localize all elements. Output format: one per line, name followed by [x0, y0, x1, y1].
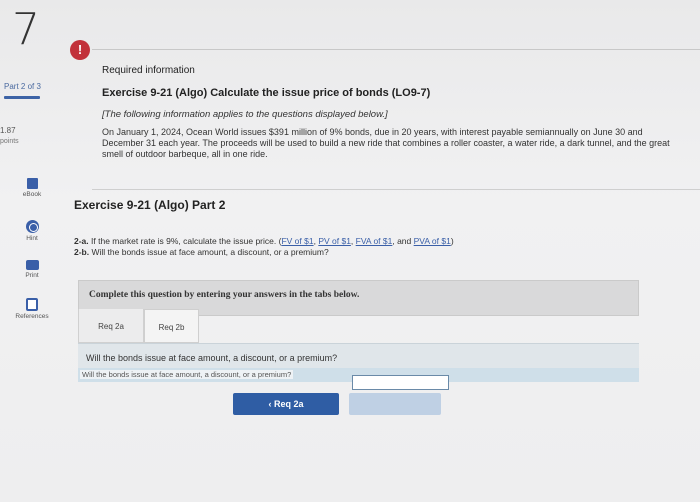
question-2b: 2-b. Will the bonds issue at face amount… — [74, 247, 454, 258]
tab-req-2b[interactable]: Req 2b — [144, 309, 199, 343]
exercise-title: Exercise 9-21 (Algo) Calculate the issue… — [102, 87, 431, 99]
next-req-button[interactable] — [349, 393, 441, 415]
document-icon — [26, 298, 38, 311]
book-icon — [26, 178, 38, 189]
q2b-text: Will the bonds issue at face amount, a d… — [91, 247, 329, 257]
chevron-left-icon: ‹ — [268, 399, 272, 409]
references-label: References — [15, 313, 49, 320]
question-block: 2-a. If the market rate is 9%, calculate… — [74, 236, 454, 258]
q2a-text: If the market rate is 9%, calculate the … — [91, 236, 277, 246]
references-button[interactable]: References — [12, 298, 52, 320]
ebook-label: eBook — [22, 191, 42, 198]
lifebuoy-icon — [25, 220, 39, 233]
question-2a: 2-a. If the market rate is 9%, calculate… — [74, 236, 454, 246]
tab-req-2a[interactable]: Req 2a — [78, 309, 144, 343]
answer-row: Will the bonds issue at face amount, a d… — [78, 368, 639, 390]
q2b-label: 2-b. — [74, 247, 90, 257]
alert-icon: ! — [70, 40, 90, 60]
answer-label: Will the bonds issue at face amount, a d… — [80, 370, 294, 379]
instruction-text: Complete this question by entering your … — [89, 290, 360, 300]
prev-req-button[interactable]: ‹ Req 2a — [233, 393, 339, 415]
assignment-page: 7 Part 2 of 3 1.87 points eBook Hint Pri… — [0, 0, 700, 502]
link-fv-of-1[interactable]: FV of $1 — [281, 236, 313, 246]
exercise-body: On January 1, 2024, Ocean World issues $… — [102, 127, 670, 159]
required-info-title: Required information — [102, 65, 195, 76]
hint-button[interactable]: Hint — [12, 220, 52, 242]
required-information-box: Required information Exercise 9-21 (Algo… — [92, 50, 700, 190]
q2a-label: 2-a. — [74, 236, 89, 246]
left-rail: 7 Part 2 of 3 1.87 points eBook Hint Pri… — [0, 0, 62, 502]
print-button[interactable]: Print — [12, 260, 52, 279]
points-label: points — [0, 138, 19, 145]
printer-icon — [25, 260, 39, 270]
part-title: Exercise 9-21 (Algo) Part 2 — [74, 198, 226, 212]
print-label: Print — [25, 272, 39, 279]
link-pva-of-1[interactable]: PVA of $1 — [414, 236, 451, 246]
link-pv-of-1[interactable]: PV of $1 — [318, 236, 351, 246]
part-progress-bar — [4, 96, 40, 99]
prev-req-label: Req 2a — [274, 399, 304, 409]
part-indicator: Part 2 of 3 — [4, 82, 41, 91]
hint-label: Hint — [26, 235, 38, 242]
link-fva-of-1[interactable]: FVA of $1 — [356, 236, 393, 246]
ebook-button[interactable]: eBook — [12, 178, 52, 198]
panel-question: Will the bonds issue at face amount, a d… — [86, 353, 338, 363]
question-number: 7 — [12, 4, 40, 55]
answer-dropdown[interactable] — [352, 375, 449, 390]
points-value: 1.87 — [0, 126, 16, 135]
exercise-subtitle: [The following information applies to th… — [102, 109, 388, 120]
